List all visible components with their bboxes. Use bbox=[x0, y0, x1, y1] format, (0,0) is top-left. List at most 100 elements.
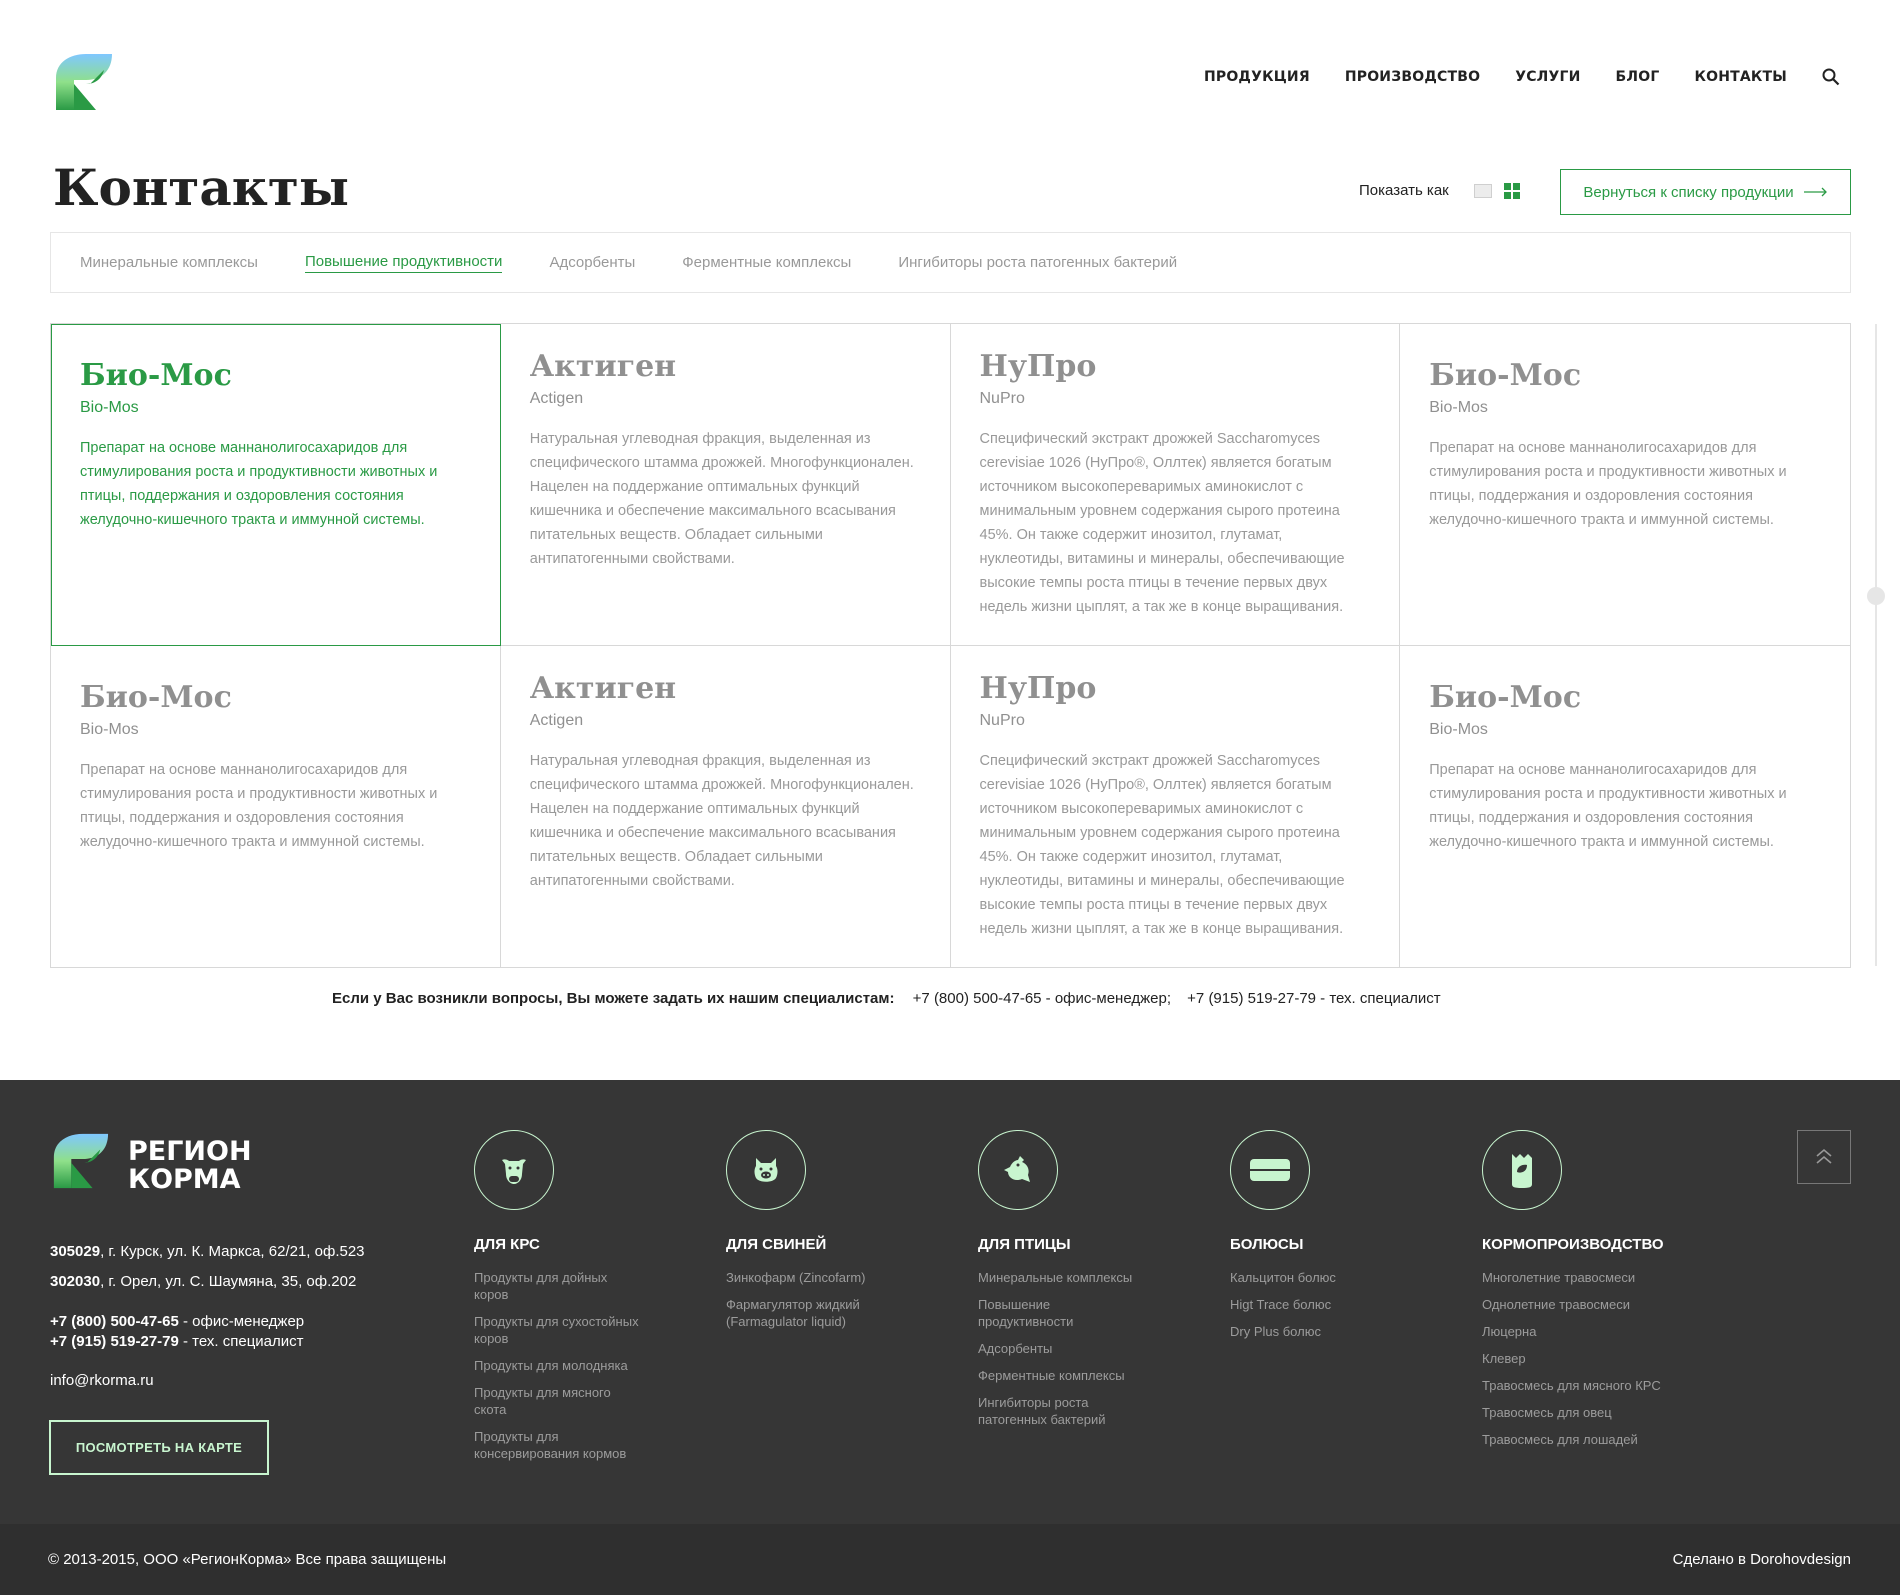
footer-link[interactable]: Многолетние травосмеси bbox=[1482, 1269, 1664, 1286]
footer-link[interactable]: Продукты для консервирования кормов bbox=[474, 1428, 644, 1462]
product-subtitle: Bio-Mos bbox=[80, 720, 139, 738]
scroll-to-top-button[interactable] bbox=[1797, 1130, 1851, 1184]
footer-link[interactable]: Ингибиторы роста патогенных бактерий bbox=[978, 1394, 1128, 1428]
chevron-up-icon bbox=[1816, 1148, 1832, 1164]
footer-phone-office[interactable]: +7 (800) 500-47-65 - офис-менеджер bbox=[50, 1313, 304, 1330]
nav-item-production[interactable]: ПРОИЗВОДСТВО bbox=[1345, 69, 1480, 85]
product-subtitle: Actigen bbox=[529, 711, 584, 729]
tab-pathogen-inhibitors[interactable]: Ингибиторы роста патогенных бактерий bbox=[898, 254, 1177, 271]
product-title: Био-Мос bbox=[1429, 358, 1582, 393]
scrollbar-track[interactable] bbox=[1875, 324, 1877, 966]
product-description: Натуральная углеводная фракция, выделенн… bbox=[529, 752, 914, 889]
footer-link[interactable]: Минеральные комплексы bbox=[978, 1269, 1132, 1286]
contact-phone-tech[interactable]: +7 (915) 519-27-79 - тех. специалист bbox=[1187, 990, 1441, 1007]
product-subtitle: NuPro bbox=[979, 390, 1025, 407]
phone-number: +7 (915) 519-27-79 bbox=[50, 1333, 179, 1350]
product-card[interactable]: НуПро NuPro Специфический экстракт дрожж… bbox=[950, 324, 1401, 646]
product-card[interactable]: Актиген Actigen Натуральная углеводная ф… bbox=[501, 645, 951, 967]
footer-column-boluses: БОЛЮСЫ Кальцитон болюс Higt Trace болюс … bbox=[1230, 1130, 1336, 1350]
page-title: Контакты bbox=[53, 158, 350, 217]
contact-phone-office[interactable]: +7 (800) 500-47-65 - офис-менеджер; bbox=[913, 990, 1171, 1007]
address-kursk: 305029, г. Курск, ул. К. Маркса, 62/21, … bbox=[50, 1243, 365, 1260]
product-subtitle: Bio-Mos bbox=[1429, 399, 1488, 416]
product-card[interactable]: Био-Мос Bio-Mos Препарат на основе манна… bbox=[51, 645, 501, 967]
product-card[interactable]: НуПро NuPro Специфический экстракт дрожж… bbox=[951, 645, 1401, 967]
developer-credit[interactable]: Сделано в Dorohovdesign bbox=[1673, 1551, 1851, 1568]
logo[interactable] bbox=[52, 50, 114, 112]
address-orel: 302030, г. Орел, ул. С. Шаумяна, 35, оф.… bbox=[50, 1273, 356, 1290]
phone-number: +7 (800) 500-47-65 bbox=[50, 1313, 179, 1330]
back-button-label: Вернуться к списку продукции bbox=[1583, 183, 1794, 201]
column-title: БОЛЮСЫ bbox=[1230, 1236, 1304, 1253]
footer-link[interactable]: Травосмесь для овец bbox=[1482, 1404, 1664, 1421]
nav-item-contacts[interactable]: КОНТАКТЫ bbox=[1694, 69, 1787, 85]
column-title: ДЛЯ ПТИЦЫ bbox=[978, 1236, 1071, 1253]
page: ПРОДУКЦИЯ ПРОИЗВОДСТВО УСЛУГИ БЛОГ КОНТА… bbox=[0, 0, 1900, 1595]
footer-link[interactable]: Травосмесь для мясного КРС bbox=[1482, 1377, 1664, 1394]
footer-link[interactable]: Dry Plus болюс bbox=[1230, 1323, 1336, 1340]
footer-link[interactable]: Фармагулятор жидкий (Farmagulator liquid… bbox=[726, 1296, 886, 1330]
product-card[interactable]: Био-Мос Bio-Mos Препарат на основе манна… bbox=[51, 324, 501, 646]
footer-link[interactable]: Зинкофарм (Zincofarm) bbox=[726, 1269, 886, 1286]
brand-line-2: КОРМА bbox=[128, 1164, 241, 1195]
product-card[interactable]: Био-Мос Bio-Mos Препарат на основе манна… bbox=[1400, 324, 1850, 646]
back-to-products-button[interactable]: Вернуться к списку продукции bbox=[1560, 169, 1851, 215]
footer-link[interactable]: Однолетние травосмеси bbox=[1482, 1296, 1664, 1313]
product-description: Специфический экстракт дрожжей Saccharom… bbox=[979, 431, 1345, 615]
footer-link[interactable]: Повышение продуктивности bbox=[978, 1296, 1108, 1330]
phone-role: - офис-менеджер bbox=[178, 1313, 305, 1330]
product-description: Препарат на основе маннанолигосахаридов … bbox=[1429, 761, 1787, 850]
product-title: Био-Мос bbox=[80, 358, 232, 393]
footer-link[interactable]: Люцерна bbox=[1482, 1323, 1664, 1340]
pig-icon bbox=[726, 1130, 806, 1210]
address-code: 302030 bbox=[50, 1273, 101, 1290]
main-nav: ПРОДУКЦИЯ ПРОИЗВОДСТВО УСЛУГИ БЛОГ КОНТА… bbox=[1204, 68, 1840, 86]
footer-link[interactable]: Продукты для сухостойных коров bbox=[474, 1313, 644, 1347]
footer-link[interactable]: Higt Trace болюс bbox=[1230, 1296, 1336, 1313]
footer-link[interactable]: Продукты для молодняка bbox=[474, 1357, 644, 1374]
view-on-map-button[interactable]: ПОСМОТРЕТЬ НА КАРТЕ bbox=[49, 1420, 269, 1475]
product-description: Препарат на основе маннанолигосахаридов … bbox=[80, 440, 438, 528]
product-description: Препарат на основе маннанолигосахаридов … bbox=[80, 761, 438, 850]
product-title: НуПро bbox=[979, 670, 1097, 706]
tab-mineral-complexes[interactable]: Минеральные комплексы bbox=[80, 254, 258, 271]
footer-email[interactable]: info@rkorma.ru bbox=[50, 1372, 154, 1389]
footer-link[interactable]: Ферментные комплексы bbox=[978, 1367, 1132, 1384]
footer-column-poultry: ДЛЯ ПТИЦЫ Минеральные комплексы Повышени… bbox=[978, 1130, 1132, 1438]
address-code: 305029 bbox=[50, 1243, 101, 1260]
product-title: Актиген bbox=[529, 670, 677, 706]
product-title: НуПро bbox=[979, 349, 1097, 384]
nav-item-services[interactable]: УСЛУГИ bbox=[1515, 69, 1580, 85]
product-description: Специфический экстракт дрожжей Saccharom… bbox=[979, 752, 1345, 937]
product-subtitle: Bio-Mos bbox=[80, 399, 139, 416]
footer-link[interactable]: Адсорбенты bbox=[978, 1340, 1132, 1357]
footer-link[interactable]: Продукты для дойных коров bbox=[474, 1269, 624, 1303]
footer-column-pigs: ДЛЯ СВИНЕЙ Зинкофарм (Zincofarm) Фармагу… bbox=[726, 1130, 886, 1340]
footer-logo[interactable] bbox=[50, 1130, 110, 1190]
phone-role: - тех. специалист bbox=[178, 1333, 304, 1350]
contact-line: Если у Вас возникли вопросы, Вы можете з… bbox=[332, 990, 1453, 1007]
tab-productivity[interactable]: Повышение продуктивности bbox=[304, 253, 503, 273]
scrollbar-handle[interactable] bbox=[1867, 587, 1885, 605]
nav-item-blog[interactable]: БЛОГ bbox=[1616, 69, 1660, 85]
tab-adsorbents[interactable]: Адсорбенты bbox=[549, 254, 635, 271]
footer-link[interactable]: Кальцитон болюс bbox=[1230, 1269, 1336, 1286]
product-card[interactable]: Актиген Actigen Натуральная углеводная ф… bbox=[500, 324, 951, 646]
list-view-icon[interactable] bbox=[1474, 184, 1492, 198]
product-subtitle: Actigen bbox=[529, 390, 584, 407]
product-description: Препарат на основе маннанолигосахаридов … bbox=[1429, 440, 1787, 528]
grid-view-icon[interactable] bbox=[1504, 183, 1520, 199]
nav-item-products[interactable]: ПРОДУКЦИЯ bbox=[1204, 69, 1310, 85]
contact-question: Если у Вас возникли вопросы, Вы можете з… bbox=[332, 990, 895, 1007]
footer-phone-tech[interactable]: +7 (915) 519-27-79 - тех. специалист bbox=[50, 1333, 304, 1350]
footer-brand: РЕГИОН КОРМА bbox=[128, 1138, 252, 1194]
search-icon[interactable] bbox=[1822, 68, 1840, 86]
product-card[interactable]: Био-Мос Bio-Mos Препарат на основе манна… bbox=[1400, 646, 1850, 968]
footer-link[interactable]: Клевер bbox=[1482, 1350, 1664, 1367]
product-grid: Био-Мос Bio-Mos Препарат на основе манна… bbox=[50, 323, 1851, 968]
category-tabs: Минеральные комплексы Повышение продукти… bbox=[50, 232, 1851, 293]
product-title: Актиген bbox=[529, 349, 677, 384]
footer-link[interactable]: Продукты для мясного скота bbox=[474, 1384, 624, 1418]
footer-link[interactable]: Травосмесь для лошадей bbox=[1482, 1431, 1664, 1448]
tab-enzyme-complexes[interactable]: Ферментные комплексы bbox=[682, 254, 851, 271]
